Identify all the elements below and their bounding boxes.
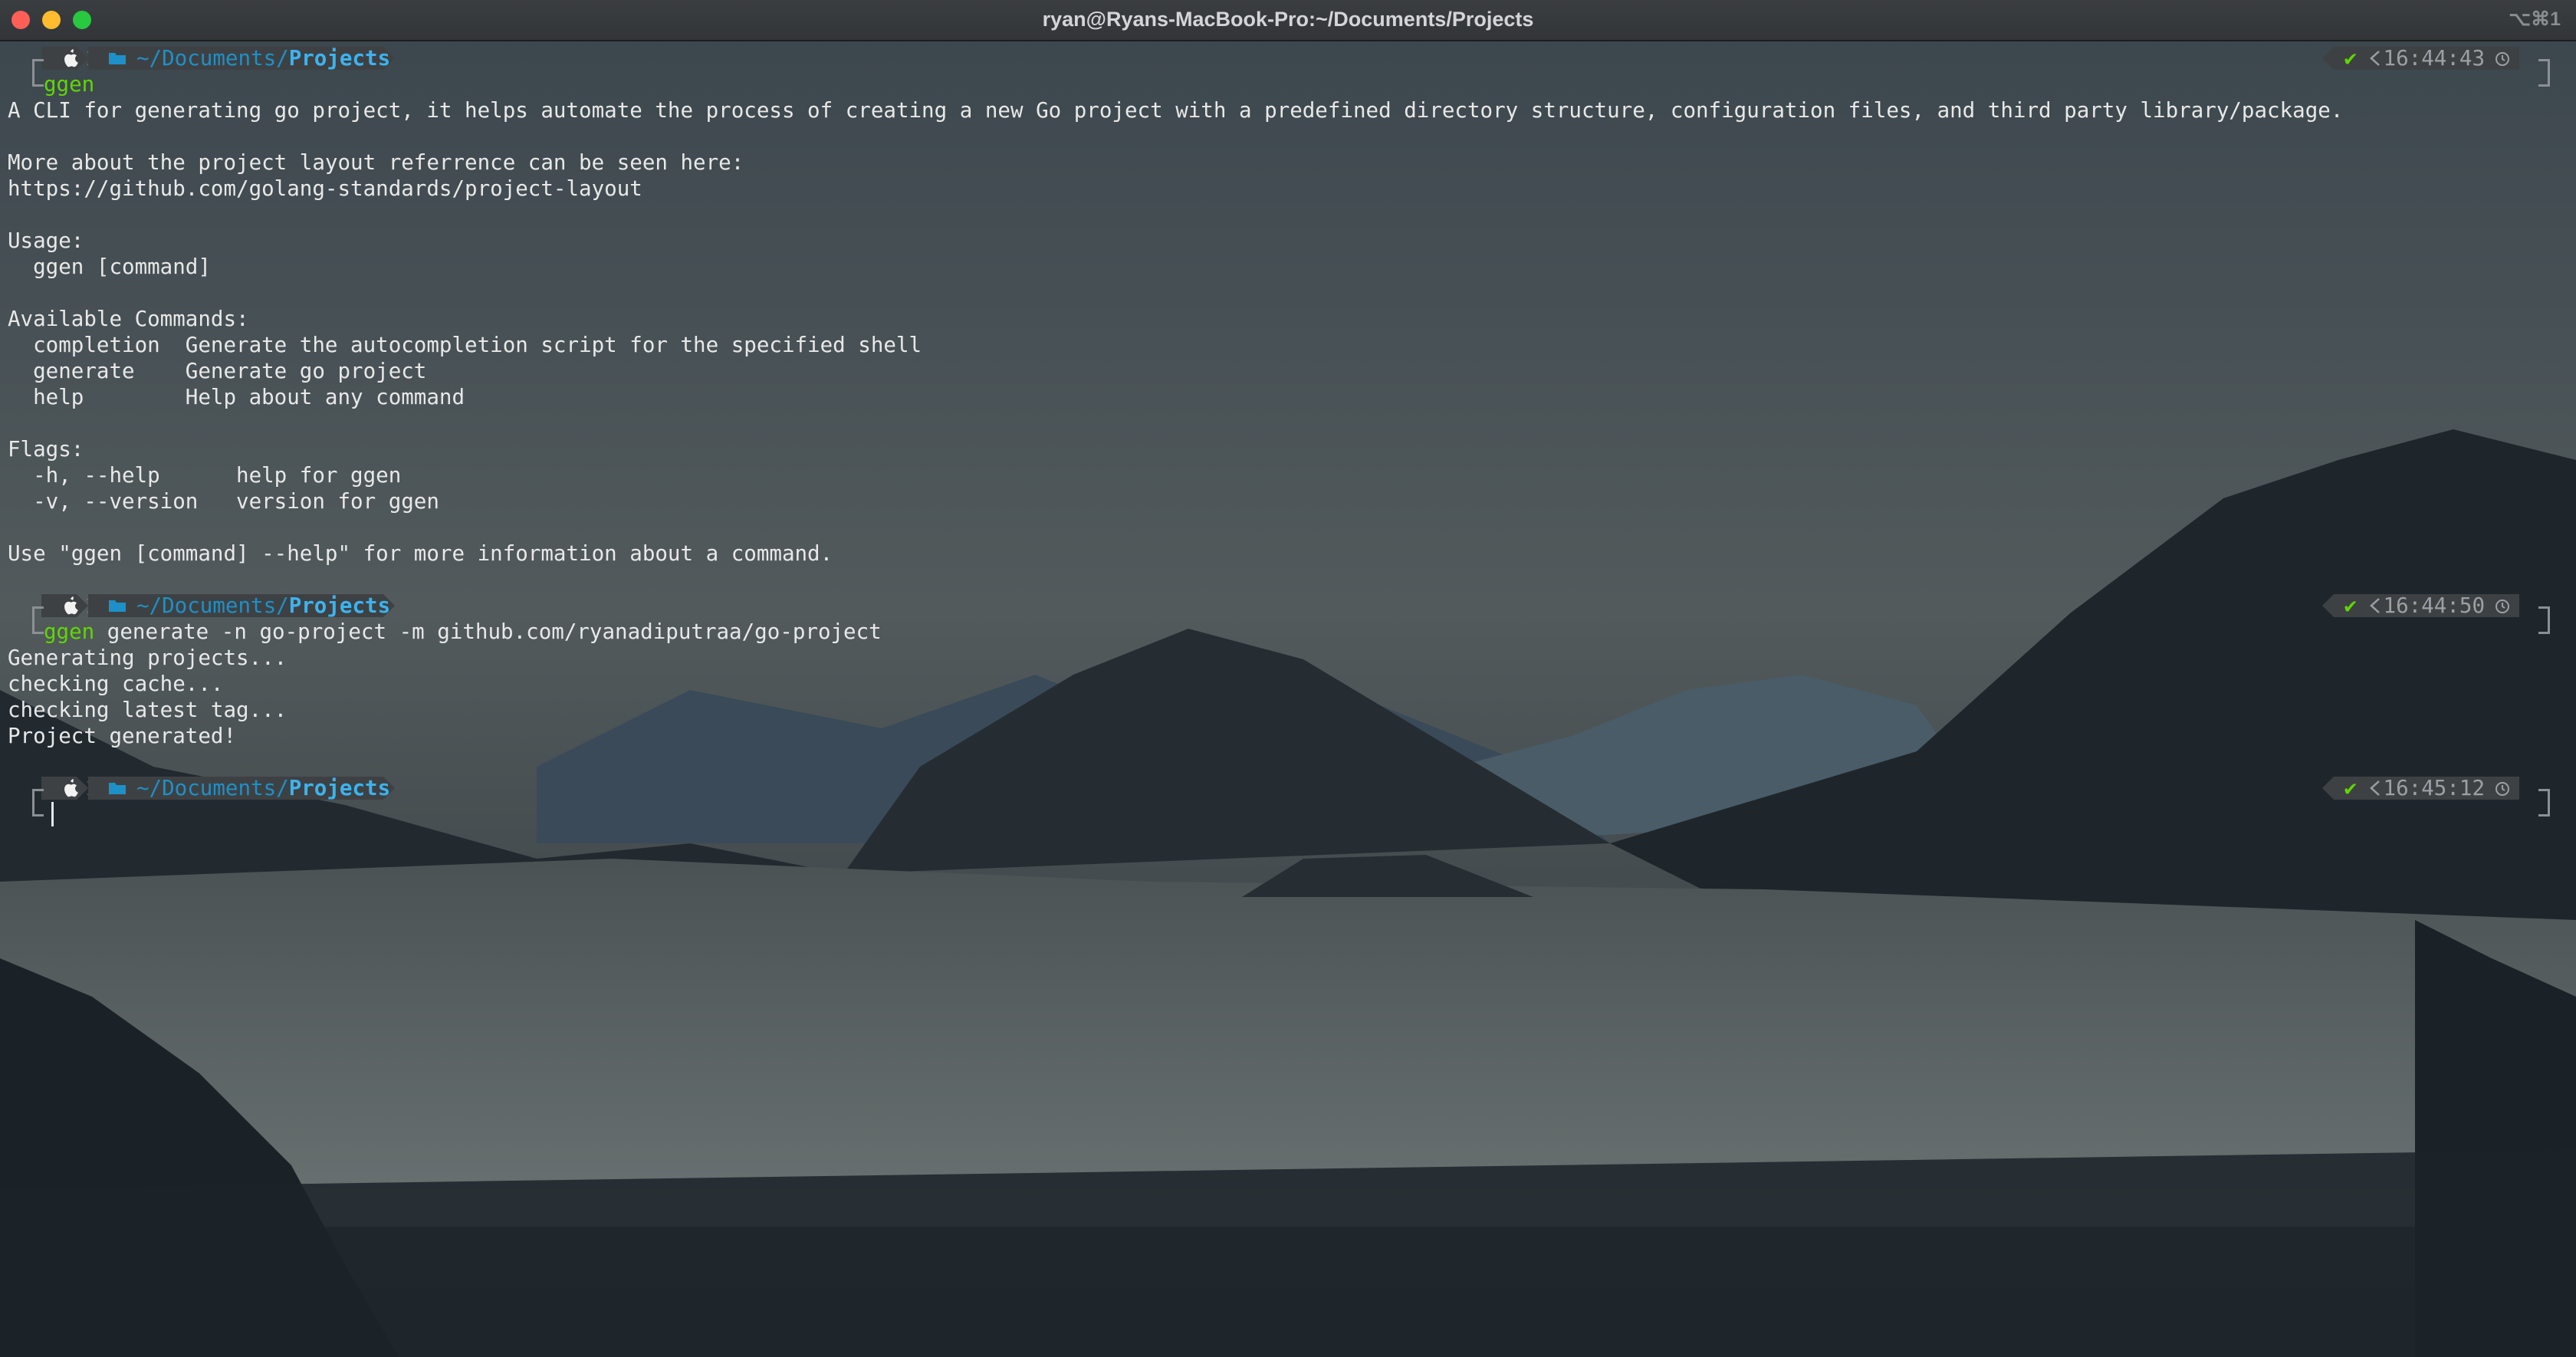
output-line: Flags: [8, 437, 84, 462]
apple-icon [64, 49, 78, 67]
wallpaper-background [0, 0, 2576, 1357]
output-line: -v, --version version for ggen [8, 489, 439, 514]
check-icon: ✔ [2344, 776, 2357, 800]
output-line: Use "ggen [command] --help" for more inf… [8, 541, 833, 566]
check-icon: ✔ [2344, 593, 2357, 618]
output-link[interactable]: https://github.com/golang-standards/proj… [8, 176, 642, 202]
output-line: ggen [command] [8, 255, 211, 279]
prompt-time: 16:45:12 [2383, 776, 2485, 800]
output-line: More about the project layout referrence… [8, 150, 744, 175]
command-line-2: ggen generate -n go-project -m github.co… [44, 619, 882, 645]
path-prefix: ~/Documents/Projects [136, 593, 391, 618]
chevron-left-icon [2370, 598, 2380, 613]
output-line: Generating projects... [8, 646, 288, 670]
right-prompt: ✔ 16:44:50 [2289, 593, 2573, 634]
path-prefix: ~/Documents/Projects [136, 46, 391, 71]
folder-icon [109, 53, 126, 64]
title-bar: ryan@Ryans-MacBook-Pro:~/Documents/Proje… [0, 0, 2576, 41]
check-icon: ✔ [2344, 46, 2357, 71]
prompt-time: 16:44:50 [2383, 593, 2485, 618]
output-line: -h, --help help for ggen [8, 463, 402, 488]
chevron-left-icon [2370, 51, 2380, 66]
window-title: ryan@Ryans-MacBook-Pro:~/Documents/Proje… [1042, 8, 1534, 31]
output-line: checking cache... [8, 672, 224, 696]
prompt-line-2: ~/Documents/Projects ✔ 16:44:50 [20, 593, 2573, 634]
command-name: ggen [44, 72, 95, 97]
folder-icon [109, 783, 126, 794]
command-args: generate -n go-project -m github.com/rya… [94, 619, 882, 644]
output-line: Available Commands: [8, 307, 249, 331]
output-line: checking latest tag... [8, 698, 288, 722]
apple-icon [64, 596, 78, 615]
prompt-line-1: ~/Documents/Projects ✔ 16:44:43 [20, 45, 2573, 87]
prompt-frame-right [2538, 606, 2550, 634]
path-prefix: ~/Documents/Projects [136, 776, 391, 800]
prompt-time: 16:44:43 [2383, 46, 2485, 71]
text-cursor[interactable] [51, 802, 54, 826]
right-prompt: ✔ 16:45:12 [2289, 775, 2573, 816]
prompt-line-3: ~/Documents/Projects ✔ 16:45:12 [20, 775, 2573, 816]
prompt-frame-left [32, 789, 44, 816]
clock-icon [2496, 782, 2509, 796]
output-line: help Help about any command [8, 385, 465, 409]
path-current-dir: Projects [288, 776, 391, 800]
folder-icon [109, 600, 126, 612]
prompt-frame-left [32, 59, 44, 87]
clock-icon [2496, 600, 2509, 613]
path-current-dir: Projects [288, 593, 391, 618]
command-line-1: ggen [44, 71, 94, 97]
chevron-left-icon [2370, 780, 2380, 796]
prompt-frame-right [2538, 789, 2550, 816]
output-line: A CLI for generating go project, it help… [8, 98, 2344, 123]
output-line: Usage: [8, 228, 84, 253]
window-shortcut: ⌥⌘1 [2509, 8, 2561, 30]
prompt-frame-left [32, 606, 44, 634]
output-line: generate Generate go project [8, 359, 427, 383]
right-prompt: ✔ 16:44:43 [2289, 45, 2573, 87]
output-line: completion Generate the autocompletion s… [8, 333, 922, 357]
clock-icon [2496, 52, 2509, 66]
apple-icon [64, 779, 78, 797]
output-line: Project generated! [8, 724, 237, 748]
command-name: ggen [44, 619, 95, 644]
terminal-window: ryan@Ryans-MacBook-Pro:~/Documents/Proje… [0, 0, 2576, 1357]
path-current-dir: Projects [288, 46, 391, 71]
prompt-frame-right [2538, 59, 2550, 87]
